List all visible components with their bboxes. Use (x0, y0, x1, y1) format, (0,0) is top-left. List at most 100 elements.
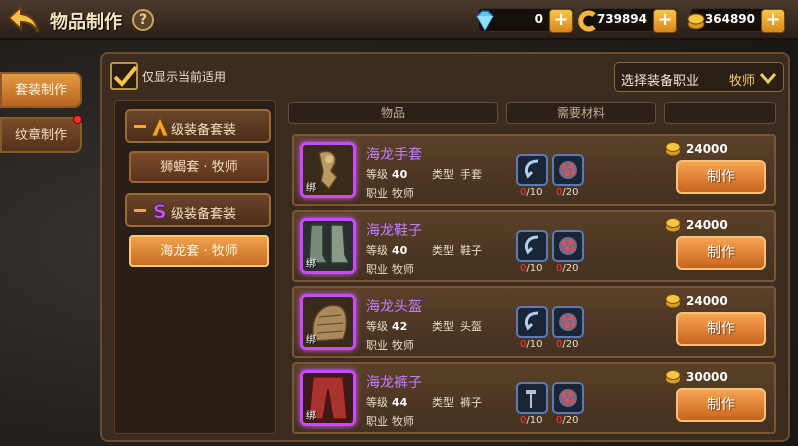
item-price: 24000 (665, 142, 728, 156)
grade-a-icon (151, 117, 169, 137)
job-select-dropdown[interactable]: 选择装备职业 牧师 (614, 62, 784, 92)
hammer-icon (526, 390, 536, 408)
filter-label: 仅显示当前适用 (142, 70, 227, 84)
coin-counter: 364890 + (687, 8, 786, 33)
item-icon-helmet[interactable]: 绑 (300, 294, 356, 350)
craft-button[interactable]: 制作 (676, 160, 766, 194)
item-type: 类型 手套 (432, 168, 482, 181)
page-title: 物品制作 (50, 12, 122, 33)
job-select-value: 牧师 (729, 74, 756, 89)
item-price: 30000 (665, 370, 728, 384)
item-name: 海龙裤子 (366, 375, 422, 391)
back-button[interactable] (6, 4, 42, 36)
category-s-label: 级装备套装 (171, 207, 237, 222)
item-row-helmet: 绑 海龙头盔 等级 42 职业 牧师 类型 头盔 0/10 0/20 24000 制作 (292, 286, 776, 358)
coin-icon (665, 370, 681, 384)
ore-icon (559, 237, 577, 255)
material-hook[interactable]: 0/10 (516, 154, 548, 198)
category-a-header[interactable]: 级装备套装 (125, 109, 271, 143)
hook-icon (524, 311, 539, 331)
bind-tag: 绑 (306, 411, 316, 422)
help-button[interactable]: ? (132, 9, 154, 31)
item-price: 24000 (665, 294, 728, 308)
header-materials: 需要材料 (506, 102, 656, 124)
item-level: 等级 42 (366, 320, 408, 333)
category-a-label: 级装备套装 (171, 123, 237, 138)
svg-text:S: S (153, 201, 167, 221)
header-blank (664, 102, 776, 124)
bind-tag: 绑 (306, 259, 316, 270)
hook-icon (524, 159, 539, 179)
diamond-counter: 0 + (476, 8, 574, 33)
item-job: 职业 牧师 (366, 187, 414, 200)
material-ore[interactable]: 0/20 (552, 306, 584, 350)
item-level: 等级 44 (366, 396, 408, 409)
item-level: 等级 40 (366, 244, 408, 257)
item-name: 海龙鞋子 (366, 223, 422, 239)
item-job: 职业 牧师 (366, 339, 414, 352)
set-sea-dragon[interactable]: 海龙套 · 牧师 (129, 235, 269, 267)
crafting-panel: 仅显示当前适用 选择装备职业 牧师 级装备套装 狮蝎套 · 牧师 S 级装备套装… (100, 52, 790, 442)
material-hook[interactable]: 0/10 (516, 306, 548, 350)
add-gold-coin-button[interactable]: + (653, 9, 677, 33)
header-item: 物品 (288, 102, 498, 124)
notification-dot (73, 115, 82, 124)
hook-icon (524, 235, 539, 255)
material-ore[interactable]: 0/20 (552, 230, 584, 274)
collapse-icon (134, 209, 146, 212)
item-name: 海龙手套 (366, 147, 422, 163)
gold-coin-counter: 739894 + (578, 8, 678, 33)
coin-icon (665, 294, 681, 308)
item-level: 等级 40 (366, 168, 408, 181)
top-bar: 物品制作 ? 0 + 739894 + 364890 + (0, 0, 798, 40)
gold-coin-amount: 739894 (596, 12, 647, 26)
ore-icon (559, 161, 577, 179)
tab-emblem-label: 纹章制作 (14, 128, 67, 143)
tab-emblem-crafting[interactable]: 纹章制作 (0, 115, 82, 153)
material-hammer[interactable]: 0/10 (516, 382, 548, 426)
item-price: 24000 (665, 218, 728, 232)
material-hook[interactable]: 0/10 (516, 230, 548, 274)
checkmark-icon (113, 65, 138, 87)
item-row-pants: 绑 海龙裤子 等级 44 职业 牧师 类型 裤子 0/10 0/20 30000 制作 (292, 362, 776, 434)
diamond-amount: 0 (534, 12, 543, 26)
item-row-gloves: 绑 海龙手套 等级 40 职业 牧师 类型 手套 0/10 0/20 24000 制作 (292, 134, 776, 206)
back-arrow-icon (7, 5, 39, 33)
collapse-icon (134, 125, 146, 128)
gold-c-icon (578, 10, 596, 32)
add-coin-button[interactable]: + (761, 9, 785, 33)
category-s-header[interactable]: S 级装备套装 (125, 193, 271, 227)
coin-amount: 364890 (704, 12, 755, 26)
item-type: 类型 裤子 (432, 396, 482, 409)
item-icon-pants[interactable]: 绑 (300, 370, 356, 426)
tab-set-crafting[interactable]: 套装制作 (0, 72, 82, 108)
bind-tag: 绑 (306, 183, 316, 194)
item-type: 类型 鞋子 (432, 244, 482, 257)
item-table-header: 物品 需要材料 (288, 102, 776, 124)
add-diamond-button[interactable]: + (549, 9, 573, 33)
item-icon-shoes[interactable]: 绑 (300, 218, 356, 274)
coin-icon (665, 142, 681, 156)
bind-tag: 绑 (306, 335, 316, 346)
craft-button[interactable]: 制作 (676, 312, 766, 346)
ore-icon (559, 389, 577, 407)
material-ore[interactable]: 0/20 (552, 154, 584, 198)
grade-s-icon: S (153, 201, 167, 221)
item-icon-gloves[interactable]: 绑 (300, 142, 356, 198)
diamond-icon (476, 10, 494, 32)
item-row-shoes: 绑 海龙鞋子 等级 40 职业 牧师 类型 鞋子 0/10 0/20 24000 制作 (292, 210, 776, 282)
craft-button[interactable]: 制作 (676, 388, 766, 422)
ore-icon (559, 313, 577, 331)
item-type: 类型 头盔 (432, 320, 482, 333)
job-select-label: 选择装备职业 (621, 74, 700, 89)
chevron-down-icon (759, 73, 777, 85)
filter-checkbox[interactable] (110, 62, 138, 90)
category-list: 级装备套装 狮蝎套 · 牧师 S 级装备套装 海龙套 · 牧师 (114, 100, 276, 434)
craft-button[interactable]: 制作 (676, 236, 766, 270)
coin-icon (665, 218, 681, 232)
item-name: 海龙头盔 (366, 299, 422, 315)
set-lion-scorpion[interactable]: 狮蝎套 · 牧师 (129, 151, 269, 183)
material-ore[interactable]: 0/20 (552, 382, 584, 426)
item-job: 职业 牧师 (366, 263, 414, 276)
item-job: 职业 牧师 (366, 415, 414, 428)
